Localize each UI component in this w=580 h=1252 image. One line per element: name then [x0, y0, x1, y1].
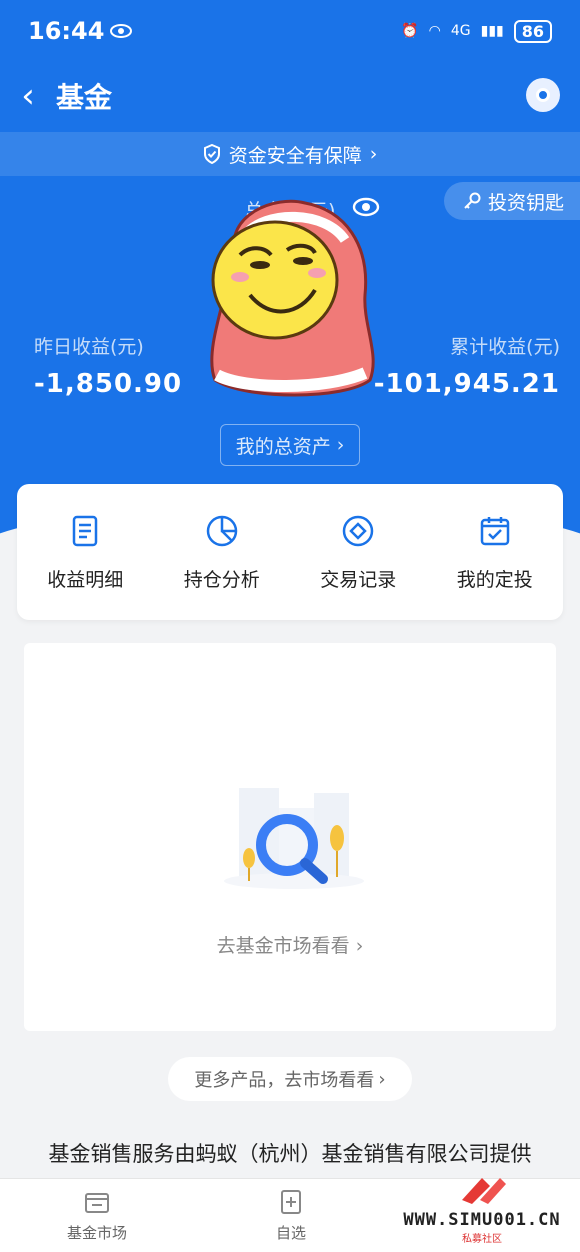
status-bar: 16:44 ⏰ ◠ 4G ▮▮▮ 86 [0, 0, 580, 62]
alarm-icon: ⏰ [401, 23, 419, 39]
watermark-logo [462, 1178, 506, 1204]
tab-label: 自选 [275, 1224, 306, 1242]
tab-watchlist[interactable]: 自选 [194, 1188, 388, 1243]
status-time: 16:44 [28, 17, 105, 45]
quick-action-label: 我的定投 [456, 568, 533, 591]
cumulative-earnings: 累计收益(元) -101,945.21 [374, 332, 560, 399]
calendar-check-icon [480, 516, 509, 545]
chevron-right-icon: › [378, 1068, 386, 1090]
chevron-right-icon: › [336, 434, 345, 456]
total-assets-button[interactable]: 我的总资产 › [220, 424, 360, 466]
nav-bar: ‹ 基金 [0, 62, 580, 130]
quick-actions-card: 收益明细 持仓分析 交易记录 我的定投 [17, 484, 563, 620]
safety-banner[interactable]: 资金安全有保障 › [0, 132, 580, 176]
add-favorite-icon [281, 1190, 301, 1214]
customer-service-icon[interactable] [526, 78, 560, 112]
watermark-subtext: 私募社区 [462, 1234, 502, 1245]
more-products-label: 更多产品，去市场看看 [194, 1070, 375, 1091]
watermark-text: WWW.SIMU001.CN [403, 1210, 561, 1230]
quick-action-my-auto-invest[interactable]: 我的定投 [430, 513, 560, 592]
wifi-icon: ◠ [428, 23, 441, 39]
tab-label: 基金市场 [66, 1224, 127, 1242]
market-icon [85, 1193, 109, 1213]
yesterday-earnings: 昨日收益(元) -1,850.90 [34, 332, 182, 399]
back-button[interactable]: ‹ [0, 76, 56, 116]
sticker-emoji [210, 199, 375, 397]
chevron-right-icon: › [369, 143, 378, 165]
service-provider-note: 基金销售服务由蚂蚁（杭州）基金销售有限公司提供 [48, 1142, 532, 1166]
quick-action-label: 收益明细 [47, 568, 124, 591]
quick-action-holding-analysis[interactable]: 持仓分析 [157, 513, 287, 592]
more-products-button[interactable]: 更多产品，去市场看看 › [168, 1057, 412, 1101]
yesterday-earnings-label: 昨日收益(元) [34, 336, 144, 358]
cumulative-earnings-value: -101,945.21 [373, 369, 560, 399]
network-type: 4G [450, 23, 471, 39]
tab-fund-market[interactable]: 基金市场 [0, 1188, 194, 1243]
yesterday-earnings-value: -1,850.90 [34, 369, 183, 399]
quick-action-label: 交易记录 [320, 568, 397, 591]
total-assets-label: 我的总资产 [235, 435, 331, 458]
shield-icon [203, 144, 220, 164]
empty-search-illustration [224, 788, 364, 889]
quick-action-earnings-detail[interactable]: 收益明细 [20, 513, 150, 592]
document-icon [73, 515, 98, 546]
pie-chart-icon [206, 515, 237, 546]
goto-fund-market-link[interactable]: 去基金市场看看 › [24, 931, 556, 958]
signal-icon: ▮▮▮ [480, 23, 504, 39]
eye-status-icon [110, 24, 133, 38]
empty-holdings-card: 去基金市场看看 › [24, 643, 556, 1031]
safety-banner-text: 资金安全有保障 [228, 144, 362, 167]
record-icon [343, 515, 374, 546]
page-title: 基金 [56, 81, 113, 114]
quick-action-transaction-record[interactable]: 交易记录 [293, 513, 423, 592]
cumulative-earnings-label: 累计收益(元) [450, 336, 560, 358]
watermark: WWW.SIMU001.CN 私募社区 [392, 1170, 572, 1248]
quick-action-label: 持仓分析 [183, 568, 260, 591]
battery-indicator: 86 [513, 19, 552, 43]
